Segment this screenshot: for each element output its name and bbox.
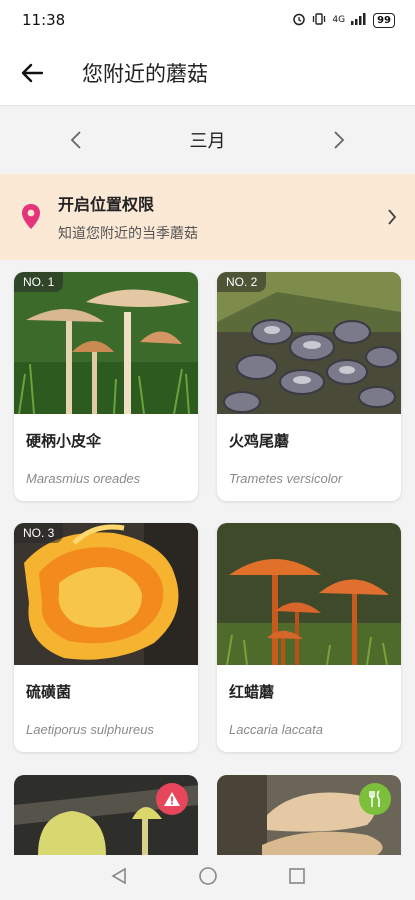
mushroom-latin-name: Trametes versicolor	[229, 471, 343, 486]
warning-icon[interactable]	[156, 783, 188, 815]
mushroom-card[interactable]	[14, 775, 198, 855]
nav-home-button[interactable]	[198, 866, 218, 890]
nav-back-button[interactable]	[110, 867, 128, 889]
alarm-icon	[292, 12, 306, 29]
mushroom-photo: NO. 2	[217, 272, 401, 414]
nav-recents-button[interactable]	[288, 867, 306, 889]
next-month-button[interactable]	[327, 128, 351, 152]
edible-icon[interactable]	[359, 783, 391, 815]
status-icons: 4G 99	[292, 12, 395, 29]
rank-badge: NO. 3	[14, 523, 64, 543]
vibrate-icon	[312, 12, 326, 29]
mushroom-name: 红蜡蘑	[229, 683, 275, 701]
arrow-left-icon	[21, 63, 43, 82]
page-title: 您附近的蘑菇	[82, 61, 208, 86]
mushroom-photo: NO. 3	[14, 523, 198, 665]
circle-home-icon	[198, 866, 217, 885]
mushroom-card[interactable]: NO. 1 硬柄小皮伞 Marasmius oreades	[14, 272, 198, 501]
mushroom-latin-name: Laccaria laccata	[229, 722, 323, 737]
chevron-right-icon	[334, 131, 345, 149]
current-month: 三月	[189, 131, 226, 152]
mushroom-latin-name: Marasmius oreades	[26, 471, 141, 486]
rank-badge: NO. 1	[14, 272, 64, 292]
location-banner-subtitle: 知道您附近的当季蘑菇	[58, 226, 198, 242]
mushroom-photo	[217, 523, 401, 665]
rank-badge: NO. 2	[217, 272, 267, 292]
signal-icon	[351, 12, 367, 28]
mushroom-card[interactable]: NO. 3 硫磺菌 Laetiporus sulphureus	[14, 523, 198, 752]
back-button[interactable]	[0, 40, 64, 106]
chevron-right-icon	[388, 209, 397, 225]
mushroom-name: 火鸡尾蘑	[229, 432, 290, 450]
app-bar: 您附近的蘑菇	[0, 40, 415, 106]
mushroom-grid-next-row	[14, 775, 401, 855]
mushroom-card[interactable]: 红蜡蘑 Laccaria laccata	[217, 523, 401, 752]
square-recents-icon	[288, 867, 305, 884]
mushroom-grid: NO. 1 硬柄小皮伞 Marasmius oreades NO. 2 火鸡尾蘑…	[14, 272, 401, 752]
mushroom-name: 硫磺菌	[26, 683, 72, 701]
triangle-back-icon	[110, 867, 126, 884]
location-pin-icon	[22, 204, 40, 229]
mushroom-name: 硬柄小皮伞	[26, 432, 102, 450]
previous-month-button[interactable]	[64, 128, 88, 152]
mushroom-photo: NO. 1	[14, 272, 198, 414]
system-navigation-bar	[0, 855, 415, 900]
mushroom-card[interactable]	[217, 775, 401, 855]
location-banner-title: 开启位置权限	[58, 195, 155, 214]
chevron-left-icon	[70, 131, 81, 149]
mushroom-latin-name: Laetiporus sulphureus	[26, 722, 154, 737]
battery-indicator: 99	[373, 12, 395, 28]
network-label: 4G	[332, 15, 346, 25]
status-time: 11:38	[22, 11, 66, 29]
location-permission-banner[interactable]: 开启位置权限 知道您附近的当季蘑菇	[0, 174, 415, 260]
status-bar: 11:38 4G 99	[0, 0, 415, 40]
month-selector: 三月	[0, 107, 415, 173]
mushroom-card[interactable]: NO. 2 火鸡尾蘑 Trametes versicolor	[217, 272, 401, 501]
